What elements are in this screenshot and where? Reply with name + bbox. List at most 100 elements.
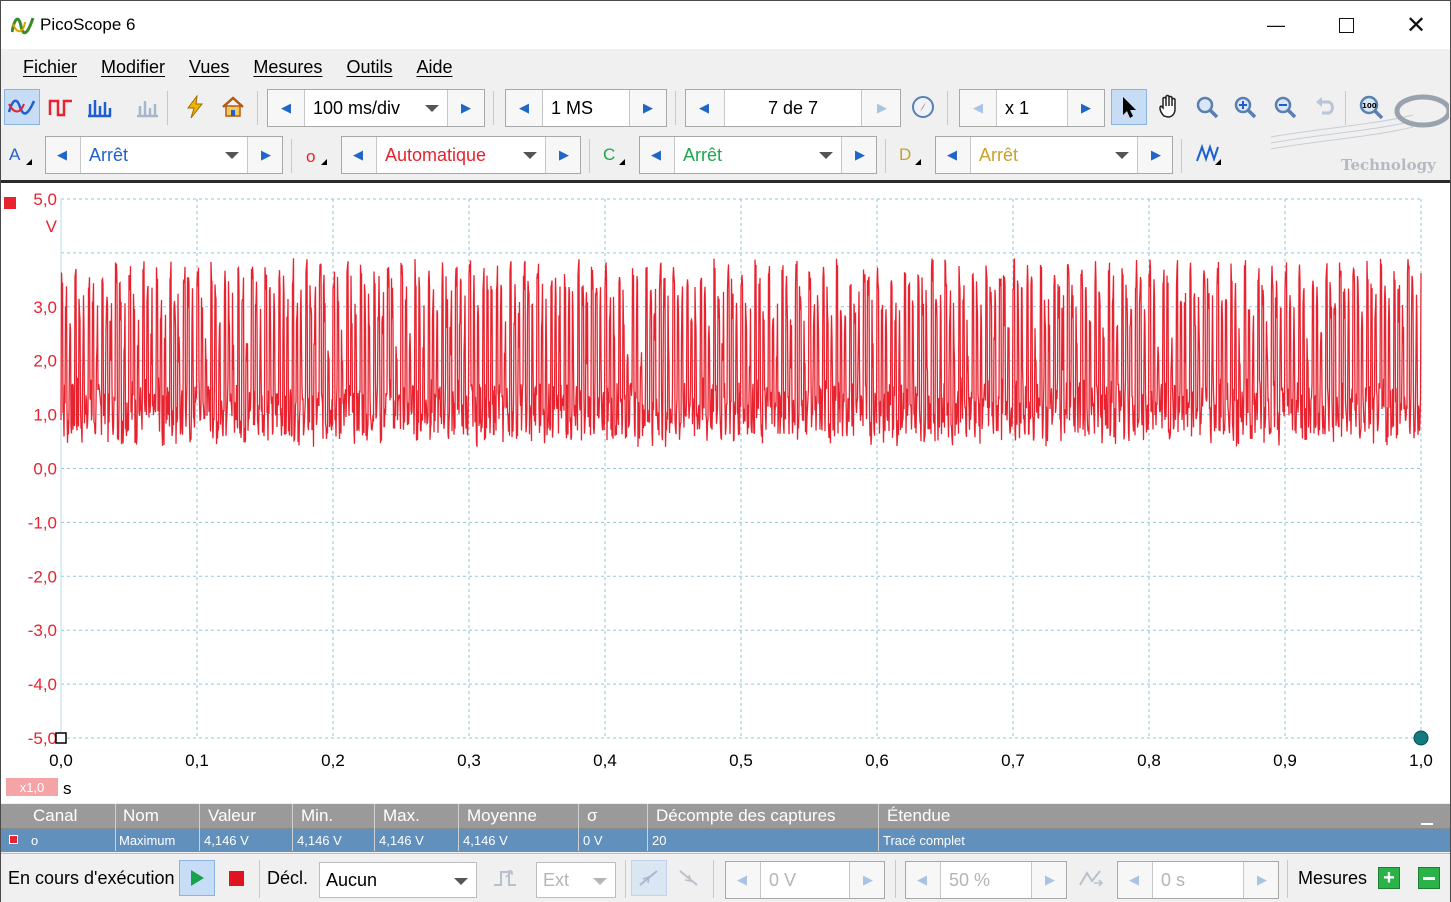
channel-d-range-select[interactable]: Arrêt — [970, 137, 1138, 173]
advanced-trigger-button[interactable] — [487, 860, 523, 896]
spectrum-mode-button[interactable] — [81, 89, 117, 125]
col-moyenne: Moyenne — [467, 806, 537, 825]
chevron-down-icon — [1115, 152, 1129, 159]
channel-o-prev-button[interactable]: ◀ — [342, 137, 374, 173]
trigger-level-field[interactable]: 0 V — [760, 862, 850, 898]
scope-chart[interactable]: 5,0 3,0 2,0 1,0 0,0 -1,0 -2,0 -3,0 -4,0 -5,0 V 0,0 0… — [1, 183, 1450, 803]
triangle-right-icon: ▶ — [261, 147, 271, 162]
menu-modifier[interactable]: Modifier — [101, 57, 165, 78]
default-setup-button[interactable] — [215, 89, 251, 125]
math-channels-button[interactable] — [1191, 137, 1227, 173]
chevron-down-icon — [454, 878, 468, 885]
zoom-factor-value: x 1 — [1005, 97, 1030, 118]
persistence-mode-button[interactable] — [43, 89, 79, 125]
menu-aide[interactable]: Aide — [416, 57, 452, 78]
menu-fichier[interactable]: Fichier — [23, 57, 77, 78]
rising-edge-button[interactable] — [631, 860, 667, 896]
capture-next-button[interactable]: ▶ — [866, 90, 898, 126]
pretrigger-field[interactable]: 50 % — [940, 862, 1032, 898]
chevron-down-icon — [819, 152, 833, 159]
falling-edge-button[interactable] — [671, 860, 707, 896]
y-tick-label: 3,0 — [33, 298, 57, 317]
channel-a-label[interactable]: A — [9, 145, 20, 165]
channel-o-options-icon[interactable] — [321, 159, 327, 165]
menu-mesures[interactable]: Mesures — [253, 57, 322, 78]
level-next-button[interactable]: ▶ — [852, 862, 884, 898]
pretrigger-next-button[interactable]: ▶ — [1034, 862, 1066, 898]
menu-vues[interactable]: Vues — [189, 57, 229, 78]
buffer-navigator-button[interactable] — [905, 89, 941, 125]
ruler-handle-end — [1413, 730, 1429, 746]
stop-icon — [228, 870, 244, 886]
zoom-area-button[interactable] — [1189, 89, 1225, 125]
channel-d-next-button[interactable]: ▶ — [1140, 137, 1172, 173]
start-button[interactable] — [179, 860, 215, 896]
triangle-right-icon: ▶ — [877, 100, 887, 115]
zoom-factor-field[interactable]: x 1 — [996, 90, 1068, 126]
delay-prev-button[interactable]: ◀ — [1118, 862, 1150, 898]
plus-icon: + — [1378, 867, 1400, 889]
col-decompte: Décompte des captures — [656, 806, 836, 825]
channel-d-options-icon[interactable] — [915, 159, 921, 165]
channel-c-range-select[interactable]: Arrêt — [674, 137, 842, 173]
channel-c-next-button[interactable]: ▶ — [844, 137, 876, 173]
channel-o-range-select[interactable]: Automatique — [376, 137, 546, 173]
channel-a-options-icon[interactable] — [26, 159, 32, 165]
x-tick-label: 0,6 — [865, 751, 889, 770]
close-button[interactable]: ✕ — [1381, 1, 1451, 49]
level-prev-button[interactable]: ◀ — [726, 862, 758, 898]
trigger-source-select[interactable]: Ext — [536, 862, 616, 898]
samples-field[interactable]: 1 MS — [542, 90, 630, 126]
channel-c-range-value: Arrêt — [683, 144, 723, 165]
samples-next-button[interactable]: ▶ — [632, 90, 664, 126]
zoom-prev-button[interactable]: ◀ — [962, 90, 994, 126]
y-tick-label: -2,0 — [28, 567, 57, 586]
zoom-next-button[interactable]: ▶ — [1070, 90, 1102, 126]
channel-c-prev-button[interactable]: ◀ — [640, 137, 672, 173]
zoom-in-button[interactable] — [1227, 89, 1263, 125]
capture-prev-button[interactable]: ◀ — [688, 90, 720, 126]
triangle-right-icon: ▶ — [1151, 147, 1161, 162]
y-unit-label: V — [46, 217, 58, 236]
channel-a-range-select[interactable]: Arrêt — [80, 137, 248, 173]
hand-tool-button[interactable] — [1151, 89, 1187, 125]
channel-a-range-value: Arrêt — [89, 144, 129, 165]
channel-c-options-icon[interactable] — [619, 159, 625, 165]
delay-field[interactable]: 0 s — [1152, 862, 1244, 898]
samples-prev-button[interactable]: ◀ — [508, 90, 540, 126]
capture-index-field[interactable]: 7 de 7 — [724, 90, 862, 126]
triangle-right-icon: ▶ — [559, 147, 569, 162]
measurement-row[interactable]: o Maximum 4,146 V 4,146 V 4,146 V 4,146 … — [1, 829, 1450, 851]
channel-d-label[interactable]: D — [899, 145, 911, 165]
timebase-next-button[interactable]: ▶ — [450, 90, 482, 126]
col-sigma: σ — [587, 806, 598, 825]
channel-a-next-button[interactable]: ▶ — [250, 137, 282, 173]
histogram-button[interactable] — [129, 89, 165, 125]
magnifier-icon — [1196, 96, 1219, 119]
channel-d-prev-button[interactable]: ◀ — [936, 137, 968, 173]
scope-view[interactable]: 5,0 3,0 2,0 1,0 0,0 -1,0 -2,0 -3,0 -4,0 -5,0 V 0,0 0… — [1, 180, 1450, 803]
post-trigger-delay-button[interactable] — [1073, 860, 1109, 896]
auto-setup-button[interactable] — [177, 89, 213, 125]
delay-next-button[interactable]: ▶ — [1246, 862, 1278, 898]
scope-mode-button[interactable] — [4, 89, 40, 125]
channel-c-label[interactable]: C — [603, 145, 615, 165]
rising-edge-icon — [639, 870, 658, 886]
add-measurement-button[interactable]: + — [1371, 860, 1407, 896]
collapse-table-icon[interactable] — [1421, 823, 1433, 825]
maximize-button[interactable] — [1311, 1, 1381, 49]
channel-a-prev-button[interactable]: ◀ — [46, 137, 78, 173]
remove-measurement-button[interactable] — [1411, 860, 1447, 896]
timebase-prev-button[interactable]: ◀ — [270, 90, 302, 126]
stop-button[interactable] — [218, 860, 254, 896]
pretrigger-prev-button[interactable]: ◀ — [906, 862, 938, 898]
menu-outils[interactable]: Outils — [346, 57, 392, 78]
timebase-select[interactable]: 100 ms/div — [304, 90, 448, 126]
select-tool-button[interactable] — [1111, 89, 1147, 125]
channel-o-next-button[interactable]: ▶ — [548, 137, 580, 173]
channel-o-label[interactable]: o — [306, 147, 315, 167]
x-tick-label: 0,5 — [729, 751, 753, 770]
trigger-mode-select[interactable]: Aucun — [319, 862, 477, 898]
minimize-button[interactable]: — — [1241, 1, 1311, 49]
triangle-left-icon: ◀ — [281, 100, 291, 115]
